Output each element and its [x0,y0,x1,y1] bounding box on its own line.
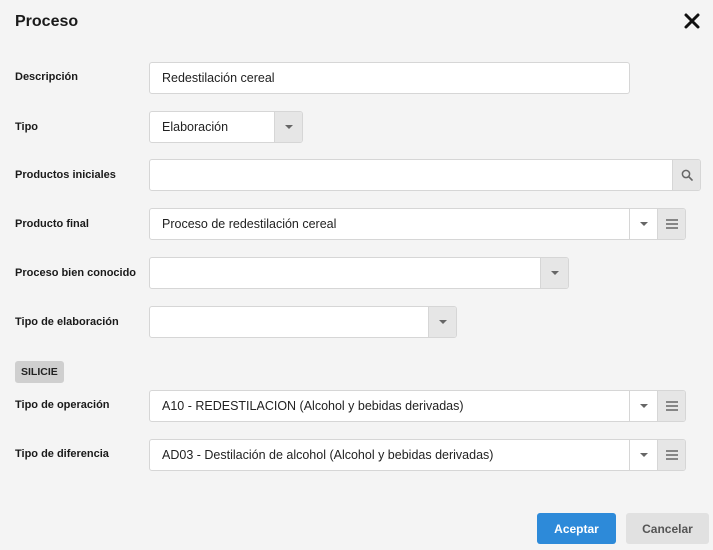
chevron-down-icon [639,222,648,226]
list-icon [665,450,678,460]
tipo-operacion-label: Tipo de operación [15,399,110,411]
producto-final-label: Producto final [15,218,89,230]
tipo-label: Tipo [15,121,39,133]
tipo-elaboracion-label: Tipo de elaboración [15,316,119,328]
proceso-bien-conocido-label: Proceso bien conocido [15,267,137,279]
tipo-select[interactable]: Elaboración [149,111,303,143]
tipo-operacion-value: A10 - REDESTILACION (Alcohol y bebidas d… [162,399,464,413]
tipo-operacion-list-button[interactable] [657,391,685,421]
producto-final-value: Proceso de redestilación cereal [162,217,337,231]
chevron-down-icon [639,453,648,457]
process-dialog: Proceso Descripción Tipo Elaboración Pro… [0,0,713,550]
cancel-button[interactable]: Cancelar [626,513,709,544]
descripcion-label: Descripción [15,71,78,83]
tipo-elaboracion-dropdown-button[interactable] [428,307,456,337]
silicie-section-badge: SILICIE [15,361,64,383]
chevron-down-icon [550,271,559,275]
proceso-bien-conocido-select[interactable] [149,257,569,289]
tipo-diferencia-value: AD03 - Destilación de alcohol (Alcohol y… [162,448,494,462]
productos-iniciales-field[interactable] [149,159,701,191]
search-icon [681,169,693,181]
producto-final-dropdown-button[interactable] [629,209,657,239]
chevron-down-icon [639,404,648,408]
productos-iniciales-input[interactable] [150,160,672,190]
close-icon[interactable] [683,12,701,30]
list-icon [665,401,678,411]
tipo-value: Elaboración [162,120,229,134]
proceso-bien-conocido-value [150,258,540,288]
tipo-diferencia-dropdown-button[interactable] [629,440,657,470]
descripcion-field[interactable] [149,62,630,94]
accept-button[interactable]: Aceptar [537,513,616,544]
tipo-dropdown-button[interactable] [274,112,302,142]
dialog-title: Proceso [15,13,79,30]
tipo-operacion-select[interactable]: A10 - REDESTILACION (Alcohol y bebidas d… [149,390,686,422]
list-icon [665,219,678,229]
tipo-operacion-dropdown-button[interactable] [629,391,657,421]
tipo-elaboracion-value [150,307,428,337]
tipo-elaboracion-select[interactable] [149,306,457,338]
tipo-diferencia-list-button[interactable] [657,440,685,470]
producto-final-list-button[interactable] [657,209,685,239]
productos-iniciales-label: Productos iniciales [15,169,116,181]
chevron-down-icon [438,320,447,324]
tipo-diferencia-label: Tipo de diferencia [15,448,109,460]
proceso-bien-conocido-dropdown-button[interactable] [540,258,568,288]
tipo-diferencia-select[interactable]: AD03 - Destilación de alcohol (Alcohol y… [149,439,686,471]
chevron-down-icon [284,125,293,129]
producto-final-select[interactable]: Proceso de redestilación cereal [149,208,686,240]
descripcion-input[interactable] [150,63,629,93]
productos-iniciales-search-button[interactable] [672,160,700,190]
